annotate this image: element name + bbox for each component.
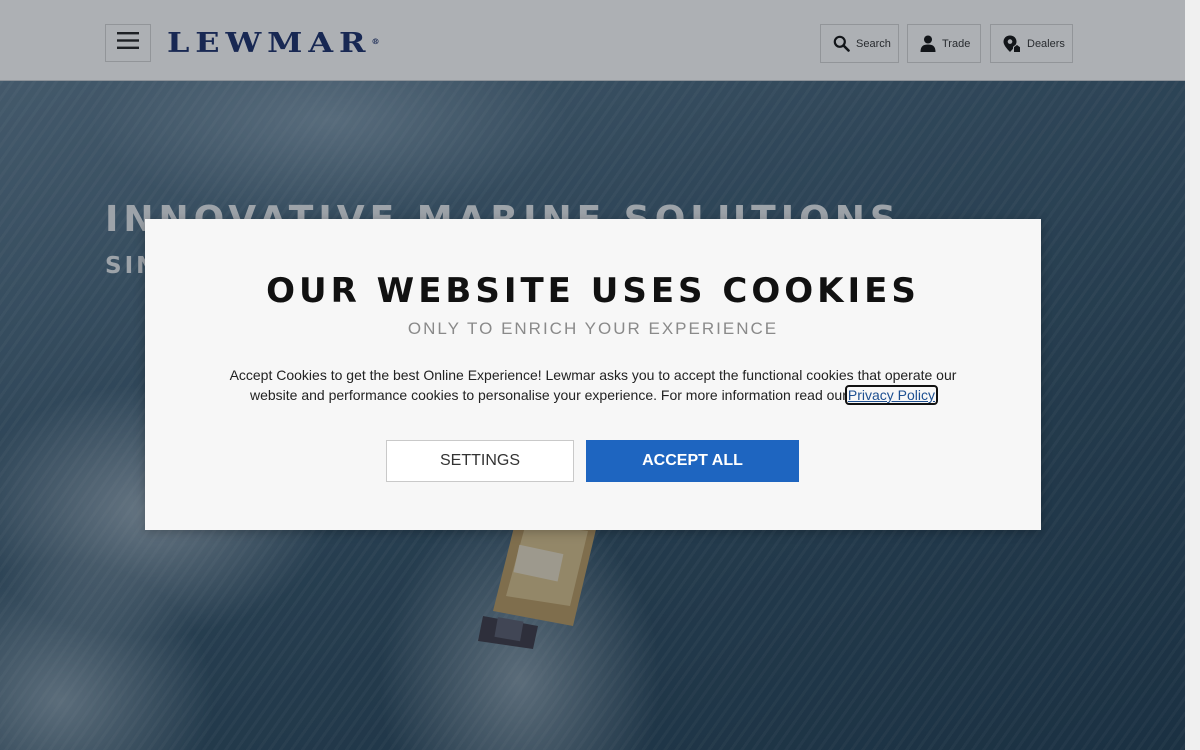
cookie-settings-button[interactable]: SETTINGS	[386, 440, 574, 482]
accept-all-button[interactable]: ACCEPT ALL	[586, 440, 799, 482]
cookie-dialog-title: OUR WEBSITE USES COOKIES	[266, 271, 920, 311]
page-scrollbar[interactable]	[1185, 0, 1200, 750]
privacy-policy-link[interactable]: Privacy Policy	[844, 385, 939, 405]
cookie-dialog-subtitle: ONLY TO ENRICH YOUR EXPERIENCE	[407, 319, 779, 338]
cookie-consent-dialog: OUR WEBSITE USES COOKIES ONLY TO ENRICH …	[145, 219, 1041, 530]
cookie-dialog-text: Accept Cookies to get the best Online Ex…	[205, 365, 981, 405]
